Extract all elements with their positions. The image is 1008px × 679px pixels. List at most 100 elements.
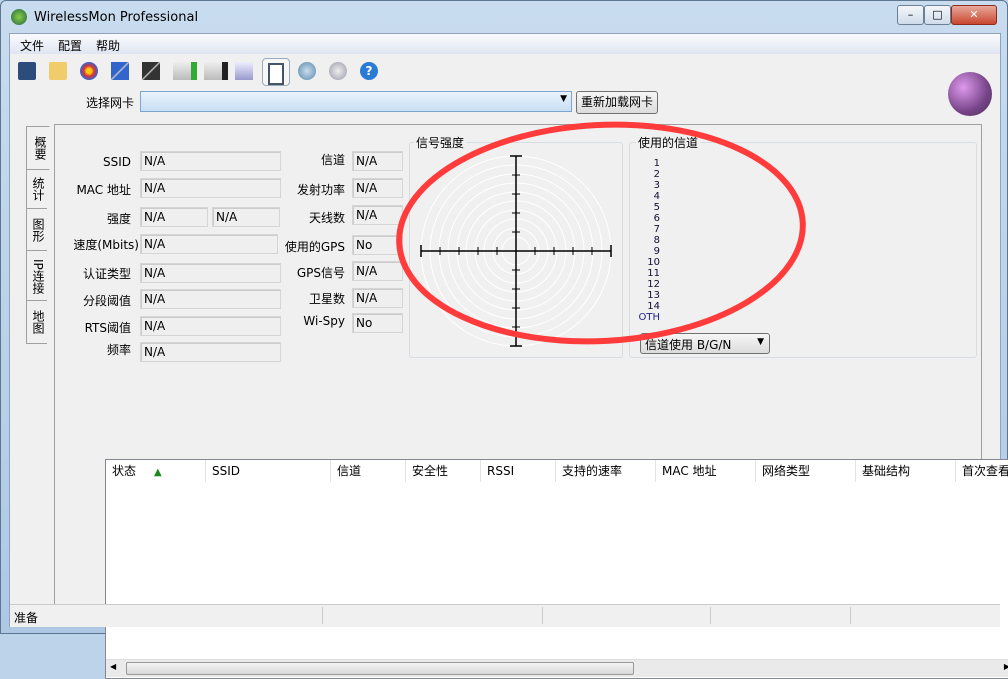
channels-used-title: 使用的信道 bbox=[636, 134, 701, 151]
ssid-label: SSID bbox=[102, 155, 131, 169]
adapter-label: 选择网卡 bbox=[86, 96, 135, 110]
help-button[interactable]: ? bbox=[356, 58, 382, 84]
signal-strength-group: 信号强度 bbox=[409, 134, 623, 358]
column-header-mac[interactable]: MAC 地址 bbox=[656, 460, 756, 482]
channel-item: 9 bbox=[653, 246, 660, 257]
log-start-button[interactable] bbox=[169, 58, 197, 84]
gps-signal-label: GPS信号 bbox=[296, 266, 345, 280]
column-header-rates[interactable]: 支持的速率 bbox=[556, 460, 656, 482]
auth-type-value: N/A bbox=[140, 263, 281, 283]
menu-help[interactable]: 帮助 bbox=[96, 37, 120, 54]
close-button[interactable]: ✕ bbox=[951, 5, 997, 25]
frag-threshold-label: 分段阈值 bbox=[82, 294, 131, 308]
mac-label: MAC 地址 bbox=[76, 183, 131, 197]
log-stop-icon bbox=[204, 62, 228, 80]
column-header-ssid[interactable]: SSID bbox=[206, 460, 331, 482]
satellites-label: 卫星数 bbox=[308, 292, 345, 306]
tab-stats[interactable]: 统计 bbox=[26, 168, 47, 210]
column-header-status[interactable]: 状态 ▲ bbox=[106, 460, 206, 482]
maximize-button[interactable]: □ bbox=[924, 5, 951, 25]
log-stop-button[interactable] bbox=[200, 58, 228, 84]
column-header-channel[interactable]: 信道 bbox=[331, 460, 406, 482]
frequency-value: N/A bbox=[140, 342, 281, 362]
client-area: 文件 配置 帮助 ? 选择网卡 ▼ 重新加载网卡 概要 统计 图形 IP连接 地… bbox=[9, 33, 1008, 679]
strength-value: N/A bbox=[140, 207, 208, 227]
sort-ascending-icon: ▲ bbox=[154, 467, 162, 478]
channel-item: 2 bbox=[653, 169, 660, 180]
info-bubble-icon bbox=[329, 62, 347, 80]
channel-value: N/A bbox=[352, 151, 403, 171]
channel-item: 14 bbox=[647, 301, 660, 312]
log-verify-button[interactable] bbox=[231, 58, 257, 84]
log-start-icon bbox=[173, 62, 197, 80]
adapter-select[interactable]: ▼ bbox=[140, 91, 572, 112]
channel-mode-select[interactable]: 信道使用 B/G/N ▼ bbox=[640, 333, 770, 354]
gps-used-value: No bbox=[352, 235, 403, 255]
signal-strength-title: 信号强度 bbox=[414, 134, 467, 151]
status-divider bbox=[322, 607, 323, 624]
clipboard-icon bbox=[268, 63, 284, 85]
channel-item: 3 bbox=[653, 180, 660, 191]
channel-item: 5 bbox=[653, 202, 660, 213]
channel-item: 8 bbox=[653, 235, 660, 246]
frag-threshold-value: N/A bbox=[140, 289, 281, 309]
menu-bar: 文件 配置 帮助 bbox=[10, 34, 1000, 54]
column-header-rssi[interactable]: RSSI bbox=[481, 460, 556, 482]
tab-ip-connections[interactable]: IP连接 bbox=[26, 250, 47, 302]
speed-label: 速度(Mbits) bbox=[73, 238, 139, 252]
horizontal-scrollbar[interactable]: ◀ ▶ bbox=[106, 659, 1008, 677]
channel-list: 1 2 3 4 5 6 7 8 9 10 11 12 13 14 OTH bbox=[638, 158, 661, 323]
channel-item: 1 bbox=[653, 158, 660, 169]
log-verify-icon bbox=[235, 62, 253, 80]
tx-power-value: N/A bbox=[352, 178, 403, 198]
info-button[interactable] bbox=[325, 58, 351, 84]
mac-value: N/A bbox=[140, 178, 281, 198]
help-icon: ? bbox=[360, 62, 378, 80]
connect-button[interactable] bbox=[107, 58, 133, 84]
rts-threshold-label: RTS阈值 bbox=[84, 321, 131, 335]
column-header-network-type[interactable]: 网络类型 bbox=[756, 460, 856, 482]
connect-icon bbox=[111, 62, 129, 80]
globe-check-button[interactable] bbox=[294, 58, 320, 84]
antenna-value: N/A bbox=[352, 205, 403, 225]
scrollbar-thumb[interactable] bbox=[126, 662, 634, 675]
disconnect-icon bbox=[142, 62, 160, 80]
menu-config[interactable]: 配置 bbox=[58, 37, 82, 54]
signal-radar bbox=[420, 155, 612, 347]
target-icon bbox=[80, 62, 98, 80]
channel-item: OTH bbox=[638, 312, 661, 323]
menu-file[interactable]: 文件 bbox=[20, 37, 44, 54]
disconnect-button[interactable] bbox=[138, 58, 164, 84]
channel-item: 10 bbox=[647, 257, 660, 268]
open-button[interactable] bbox=[45, 58, 71, 84]
tab-overview[interactable]: 概要 bbox=[26, 126, 50, 170]
chevron-down-icon: ▼ bbox=[757, 337, 764, 347]
frequency-label: 频率 bbox=[106, 343, 131, 357]
scroll-right-icon[interactable]: ▶ bbox=[1004, 662, 1008, 671]
reload-adapter-button[interactable]: 重新加载网卡 bbox=[576, 91, 658, 114]
auth-type-label: 认证类型 bbox=[82, 267, 131, 281]
speed-value: N/A bbox=[140, 234, 278, 254]
column-header-infrastructure[interactable]: 基础结构 bbox=[856, 460, 956, 482]
channel-item: 4 bbox=[653, 191, 660, 202]
channel-item: 13 bbox=[647, 290, 660, 301]
channel-item: 7 bbox=[653, 224, 660, 235]
channel-item: 12 bbox=[647, 279, 660, 290]
clipboard-button[interactable] bbox=[262, 58, 290, 86]
tab-map[interactable]: 地图 bbox=[26, 300, 47, 344]
minimize-button[interactable]: – bbox=[897, 5, 924, 25]
tx-power-label: 发射功率 bbox=[296, 183, 345, 197]
tab-graph[interactable]: 图形 bbox=[26, 208, 47, 252]
wirelessmon-logo bbox=[948, 72, 992, 116]
app-icon bbox=[11, 9, 27, 25]
target-button[interactable] bbox=[76, 58, 102, 84]
chevron-down-icon: ▼ bbox=[560, 94, 567, 104]
save-button[interactable] bbox=[14, 58, 40, 84]
scroll-left-icon[interactable]: ◀ bbox=[110, 662, 116, 671]
gps-used-label: 使用的GPS bbox=[284, 240, 345, 254]
status-divider bbox=[710, 607, 711, 624]
wispy-label: Wi-Spy bbox=[303, 314, 345, 328]
column-header-first-seen[interactable]: 首次查看 bbox=[956, 460, 1008, 482]
column-header-security[interactable]: 安全性 bbox=[406, 460, 481, 482]
strength-label: 强度 bbox=[106, 212, 131, 226]
